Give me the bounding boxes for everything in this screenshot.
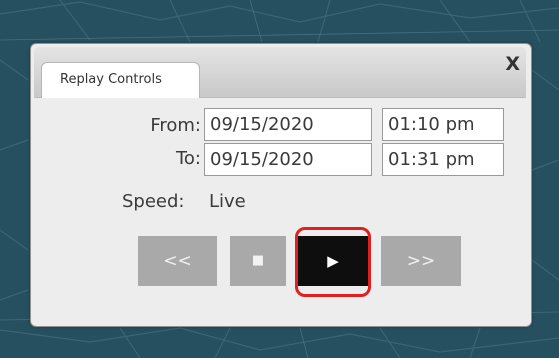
from-label: From: — [150, 115, 201, 136]
close-icon[interactable]: X — [505, 55, 520, 74]
rewind-button[interactable]: << — [138, 236, 217, 286]
from-date-field[interactable]: 09/15/2020 — [204, 108, 372, 141]
tab-replay-controls[interactable]: Replay Controls — [41, 62, 200, 98]
panel-tab-bar: Replay Controls X — [34, 47, 526, 98]
to-label: To: — [175, 148, 201, 169]
play-button-highlight — [295, 227, 371, 297]
to-date-field[interactable]: 09/15/2020 — [204, 143, 372, 176]
forward-button[interactable]: >> — [381, 236, 461, 286]
speed-label: Speed: — [122, 191, 185, 212]
to-time-field[interactable]: 01:31 pm — [382, 143, 504, 176]
from-time-field[interactable]: 01:10 pm — [382, 108, 504, 141]
stop-button[interactable]: ■ — [230, 236, 286, 286]
speed-value: Live — [209, 191, 246, 212]
